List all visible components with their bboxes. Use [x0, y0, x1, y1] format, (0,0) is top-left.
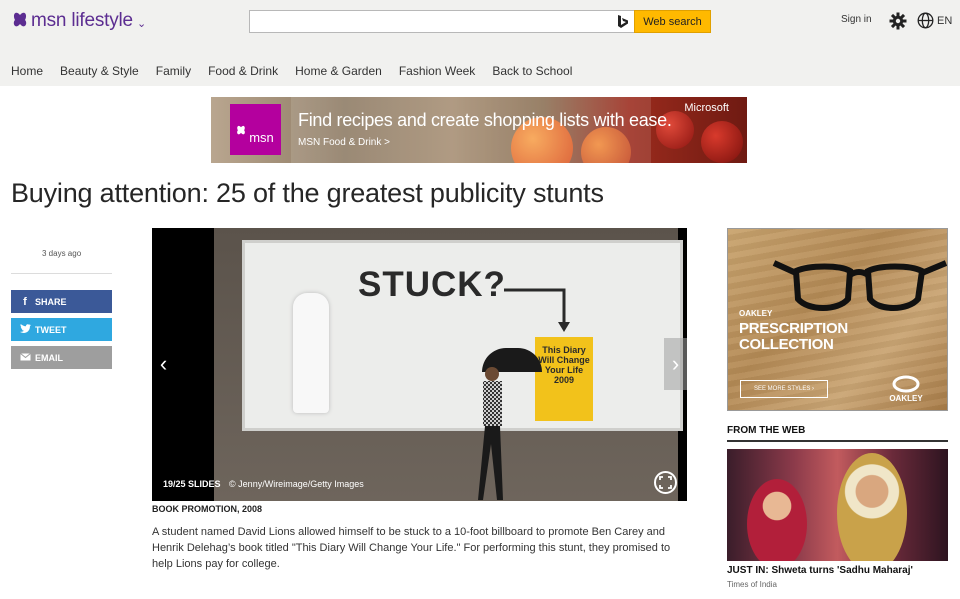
slideshow-image[interactable]: STUCK? This Diary Will Change Your Life …: [152, 228, 687, 501]
nav-food-drink[interactable]: Food & Drink: [208, 64, 278, 78]
web-search-button[interactable]: Web search: [634, 10, 711, 33]
banner-headline: Find recipes and create shopping lists w…: [298, 110, 672, 130]
arrow-icon: [504, 288, 570, 332]
twitter-bird-icon: [18, 323, 32, 336]
nav-family[interactable]: Family: [156, 64, 191, 78]
bing-icon: [612, 10, 634, 33]
from-the-web-headline[interactable]: JUST IN: Shweta turns 'Sadhu Maharaj': [727, 565, 913, 576]
bride-figure: [747, 479, 807, 561]
article-title: Buying attention: 25 of the greatest pub…: [11, 178, 604, 208]
gear-icon[interactable]: [889, 12, 907, 30]
language-selector[interactable]: EN: [937, 15, 952, 27]
banner-cta-link[interactable]: MSN Food & Drink >: [298, 137, 390, 148]
from-the-web-heading: FROM THE WEB: [727, 425, 948, 442]
oakley-ad[interactable]: OAKLEY PRESCRIPTION COLLECTION SEE MORE …: [727, 228, 948, 411]
svg-text:OAKLEY: OAKLEY: [889, 394, 923, 403]
from-the-web-source: Times of India: [727, 580, 777, 589]
envelope-icon: [18, 352, 32, 364]
search-box: [249, 10, 613, 33]
search-input[interactable]: [250, 11, 612, 32]
nav-beauty-style[interactable]: Beauty & Style: [60, 64, 139, 78]
tweet-label: TWEET: [35, 324, 67, 335]
fullscreen-expand-icon[interactable]: [654, 471, 677, 494]
email-button[interactable]: EMAIL: [11, 346, 112, 369]
food-drink-banner-ad[interactable]: msn Find recipes and create shopping lis…: [211, 97, 747, 163]
next-slide-button[interactable]: ›: [664, 338, 687, 390]
publish-time: 3 days ago: [42, 249, 82, 258]
top-bar: msn lifestyle ⌄ Web search Sign in EN Ho…: [0, 0, 960, 86]
twitter-tweet-button[interactable]: TWEET: [11, 318, 112, 341]
msn-butterfly-icon: [13, 12, 27, 27]
groom-figure: [837, 453, 907, 561]
slide-caption-bar: 19/25 SLIDES © Jenny/Wireimage/Getty Ima…: [163, 479, 364, 489]
category-nav: Home Beauty & Style Family Food & Drink …: [11, 64, 589, 78]
msn-butterfly-icon: [237, 125, 245, 135]
oakley-logo: OAKLEY: [889, 375, 923, 403]
slide-counter: 19/25 SLIDES: [163, 479, 221, 489]
see-more-styles-button[interactable]: SEE MORE STYLES ›: [740, 380, 828, 398]
chevron-down-icon[interactable]: ⌄: [137, 17, 146, 30]
msn-logo-text: msn: [249, 130, 274, 145]
brand-name: msn lifestyle: [31, 10, 133, 31]
nav-home[interactable]: Home: [11, 64, 43, 78]
nav-back-to-school[interactable]: Back to School: [492, 64, 572, 78]
share-label: SHARE: [35, 296, 67, 307]
person-stuck-to-billboard: [293, 293, 329, 413]
walking-woman: [478, 367, 503, 500]
email-label: EMAIL: [35, 352, 63, 363]
ad-headline-line-1: PRESCRIPTION: [739, 320, 848, 337]
ad-headline: PRESCRIPTION COLLECTION: [739, 321, 848, 353]
from-the-web-image[interactable]: [727, 449, 948, 561]
facebook-share-button[interactable]: f SHARE: [11, 290, 112, 313]
nav-fashion-week[interactable]: Fashion Week: [399, 64, 475, 78]
msn-logo: msn: [230, 104, 281, 155]
banner-sponsor: Microsoft: [684, 102, 729, 114]
ad-brand: OAKLEY: [739, 309, 773, 318]
slide-caption-body: A student named David Lions allowed hims…: [152, 526, 671, 570]
facebook-icon: f: [23, 295, 27, 308]
strawberry-image: [701, 121, 743, 163]
previous-slide-button[interactable]: ‹: [152, 338, 175, 390]
eyeglasses-image: [772, 260, 947, 311]
photo-credit: © Jenny/Wireimage/Getty Images: [229, 479, 364, 489]
brand-logo[interactable]: msn lifestyle ⌄: [12, 10, 146, 32]
slide-caption-heading: BOOK PROMOTION, 2008: [152, 504, 263, 514]
ad-headline-line-2: COLLECTION: [739, 336, 834, 353]
billboard-text: STUCK?: [358, 265, 506, 304]
sign-in-link[interactable]: Sign in: [841, 14, 872, 25]
divider: [11, 273, 112, 274]
book-poster: This Diary Will Change Your Life 2009: [535, 337, 593, 421]
nav-home-garden[interactable]: Home & Garden: [295, 64, 382, 78]
globe-icon[interactable]: [917, 12, 934, 29]
